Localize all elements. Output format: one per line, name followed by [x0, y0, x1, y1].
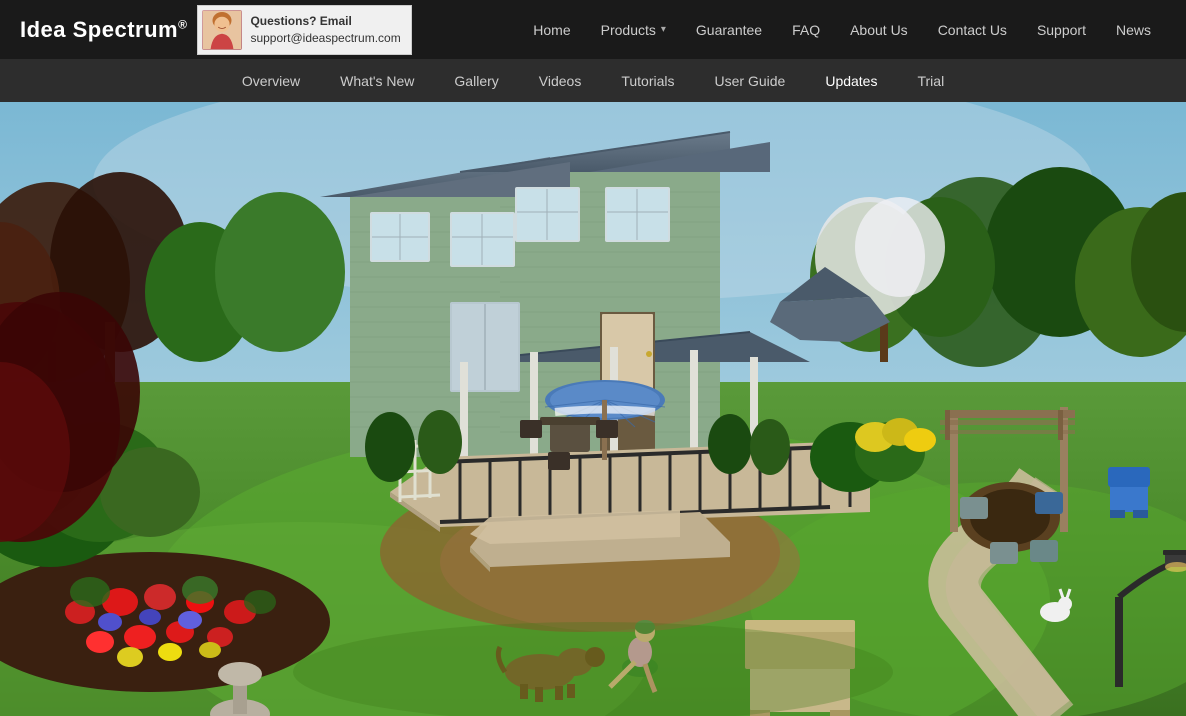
nav-contact-us[interactable]: Contact Us — [923, 0, 1022, 59]
nav-news[interactable]: News — [1101, 0, 1166, 59]
subnav-gallery[interactable]: Gallery — [434, 59, 518, 102]
nav-faq[interactable]: FAQ — [777, 0, 835, 59]
top-nav-links: Home Products ▾ Guarantee FAQ About Us C… — [518, 0, 1166, 59]
logo-area: Idea Spectrum® Questions? Email — [20, 5, 412, 55]
subnav-trial[interactable]: Trial — [897, 59, 964, 102]
nav-home[interactable]: Home — [518, 0, 585, 59]
hero-scene — [0, 102, 1186, 716]
nav-about-us[interactable]: About Us — [835, 0, 923, 59]
nav-products[interactable]: Products ▾ — [586, 0, 681, 59]
top-navigation: Idea Spectrum® Questions? Email — [0, 0, 1186, 59]
subnav-whats-new[interactable]: What's New — [320, 59, 434, 102]
sub-navigation: Overview What's New Gallery Videos Tutor… — [0, 59, 1186, 102]
subnav-tutorials[interactable]: Tutorials — [601, 59, 694, 102]
nav-guarantee[interactable]: Guarantee — [681, 0, 777, 59]
brand-logo[interactable]: Idea Spectrum® — [20, 17, 187, 43]
support-email: support@ideaspectrum.com — [250, 31, 400, 45]
hero-section — [0, 102, 1186, 716]
subnav-user-guide[interactable]: User Guide — [695, 59, 806, 102]
products-dropdown-arrow: ▾ — [661, 24, 666, 35]
support-text: Questions? Email support@ideaspectrum.co… — [250, 13, 400, 47]
support-avatar — [202, 10, 242, 50]
subnav-overview[interactable]: Overview — [222, 59, 320, 102]
subnav-videos[interactable]: Videos — [519, 59, 602, 102]
trademark: ® — [178, 17, 187, 31]
avatar-icon — [203, 11, 241, 49]
nav-support[interactable]: Support — [1022, 0, 1101, 59]
brand-name: Idea Spectrum — [20, 17, 178, 42]
subnav-updates[interactable]: Updates — [805, 59, 897, 102]
support-question: Questions? Email — [250, 13, 400, 30]
support-badge[interactable]: Questions? Email support@ideaspectrum.co… — [197, 5, 411, 55]
